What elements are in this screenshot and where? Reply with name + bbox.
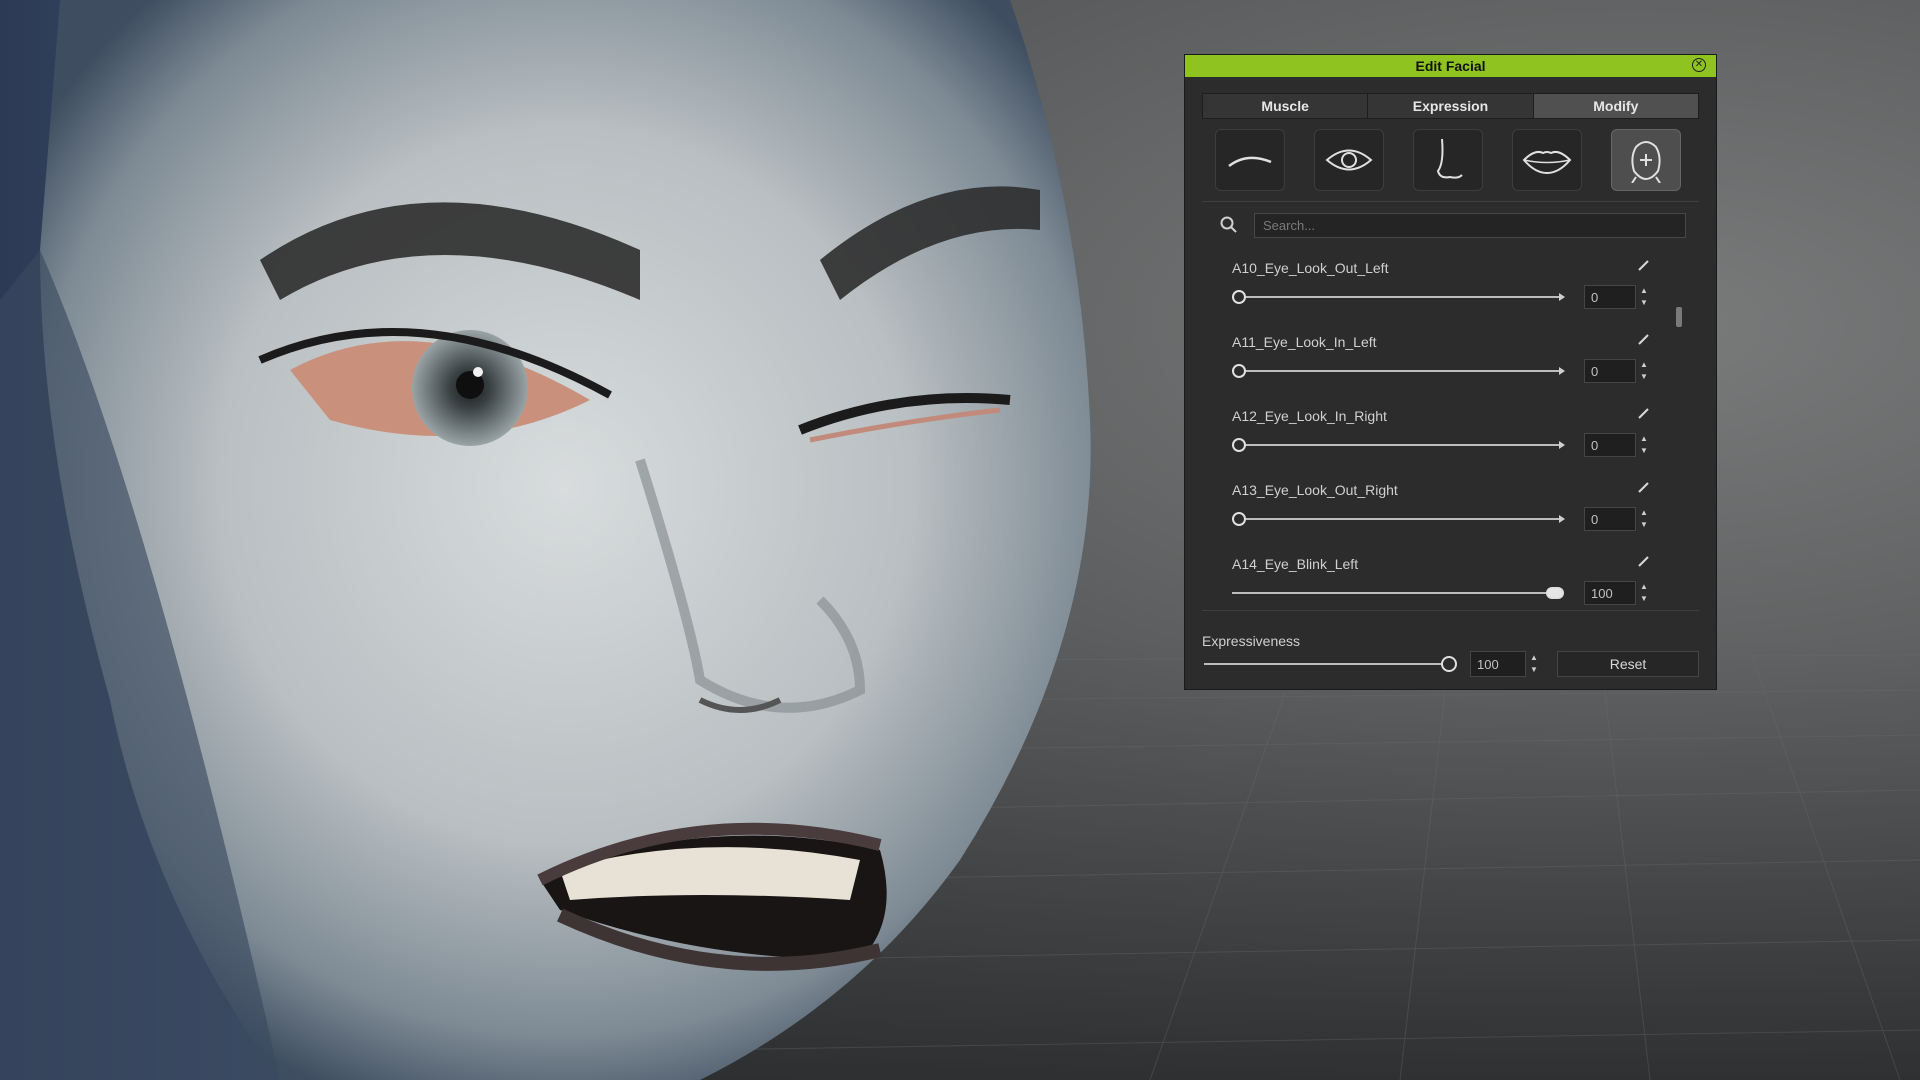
spin-down-icon[interactable]: ▼ — [1638, 593, 1650, 605]
morph-slider-handle[interactable] — [1232, 364, 1246, 378]
close-icon[interactable]: ✕ — [1692, 58, 1706, 72]
morph-spinner[interactable]: ▲ ▼ — [1638, 285, 1650, 309]
search-input[interactable] — [1254, 213, 1686, 238]
lips-button[interactable] — [1512, 129, 1582, 191]
morph-slider-handle[interactable] — [1232, 512, 1246, 526]
expressiveness-slider-track[interactable] — [1204, 663, 1449, 665]
morph-slider-handle[interactable] — [1232, 290, 1246, 304]
spin-down-icon[interactable]: ▼ — [1638, 519, 1650, 531]
eyebrow-icon — [1228, 156, 1272, 168]
nose-icon — [1436, 138, 1463, 179]
eye-icon — [1325, 149, 1373, 171]
morph-spinner[interactable]: ▲ ▼ — [1638, 433, 1650, 457]
tab-expression[interactable]: Expression — [1368, 94, 1534, 118]
morph-spinner[interactable]: ▲ ▼ — [1638, 581, 1650, 605]
slider-arrow-icon — [1559, 515, 1565, 523]
morph-value-input[interactable]: 0 — [1584, 285, 1636, 309]
morph-slider-track[interactable] — [1232, 518, 1562, 520]
spin-down-icon[interactable]: ▼ — [1638, 371, 1650, 383]
spin-up-icon[interactable]: ▲ — [1527, 652, 1541, 664]
tab-muscle[interactable]: Muscle — [1203, 94, 1369, 118]
morph-label: A13_Eye_Look_Out_Right — [1232, 482, 1398, 498]
spin-up-icon[interactable]: ▲ — [1638, 359, 1650, 371]
list-item: A12_Eye_Look_In_Right 0 ▲ ▼ — [1185, 393, 1718, 467]
spin-down-icon[interactable]: ▼ — [1638, 445, 1650, 457]
head-icon — [1631, 141, 1661, 183]
list-item: A11_Eye_Look_In_Left 0 ▲ ▼ — [1185, 319, 1718, 393]
pencil-icon[interactable] — [1637, 258, 1651, 272]
divider — [1202, 610, 1699, 611]
facial-part-selector — [1215, 129, 1685, 191]
divider — [1202, 201, 1699, 202]
list-scrollbar[interactable] — [1676, 307, 1682, 327]
morph-value-input[interactable]: 0 — [1584, 359, 1636, 383]
expressiveness-spinner[interactable]: ▲ ▼ — [1527, 652, 1541, 676]
tab-modify[interactable]: Modify — [1533, 94, 1698, 118]
morph-value-input[interactable]: 0 — [1584, 507, 1636, 531]
spin-up-icon[interactable]: ▲ — [1638, 433, 1650, 445]
lips-icon — [1522, 150, 1572, 175]
morph-slider-handle[interactable] — [1232, 438, 1246, 452]
morph-value-input[interactable]: 100 — [1584, 581, 1636, 605]
slider-arrow-icon — [1559, 441, 1565, 449]
list-item: A10_Eye_Look_Out_Left 0 ▲ ▼ — [1185, 245, 1718, 319]
expressiveness-label: Expressiveness — [1202, 633, 1301, 649]
spin-down-icon[interactable]: ▼ — [1527, 664, 1541, 676]
search-icon — [1220, 216, 1237, 233]
list-item: A13_Eye_Look_Out_Right 0 ▲ ▼ — [1185, 467, 1718, 541]
morph-spinner[interactable]: ▲ ▼ — [1638, 507, 1650, 531]
spin-up-icon[interactable]: ▲ — [1638, 285, 1650, 297]
reset-button[interactable]: Reset — [1557, 651, 1699, 677]
expressiveness-slider-handle[interactable] — [1441, 656, 1457, 672]
morph-label: A14_Eye_Blink_Left — [1232, 556, 1359, 572]
tab-bar: Muscle Expression Modify — [1202, 93, 1699, 119]
morph-slider-track[interactable] — [1232, 444, 1562, 446]
expressiveness-value-input[interactable]: 100 — [1470, 651, 1526, 677]
pencil-icon[interactable] — [1637, 480, 1651, 494]
eyebrow-button[interactable] — [1215, 129, 1285, 191]
spin-down-icon[interactable]: ▼ — [1638, 297, 1650, 309]
eye-button[interactable] — [1314, 129, 1384, 191]
morph-label: A11_Eye_Look_In_Left — [1232, 334, 1377, 350]
morph-spinner[interactable]: ▲ ▼ — [1638, 359, 1650, 383]
pencil-icon[interactable] — [1637, 406, 1651, 420]
morph-slider-handle[interactable] — [1546, 587, 1564, 599]
spin-up-icon[interactable]: ▲ — [1638, 581, 1650, 593]
head-button[interactable] — [1611, 129, 1681, 191]
pencil-icon[interactable] — [1637, 554, 1651, 568]
morph-list[interactable]: A10_Eye_Look_Out_Left 0 ▲ ▼ A11_Eye_Look_… — [1185, 245, 1718, 605]
spin-up-icon[interactable]: ▲ — [1638, 507, 1650, 519]
morph-slider-track[interactable] — [1232, 296, 1562, 298]
panel-title: Edit Facial — [1415, 58, 1486, 74]
list-item: A14_Eye_Blink_Left 100 ▲ ▼ — [1185, 541, 1718, 605]
edit-facial-panel: Edit Facial ✕ Muscle Expression Modify S… — [1184, 54, 1717, 690]
pencil-icon[interactable] — [1637, 332, 1651, 346]
morph-label: A10_Eye_Look_Out_Left — [1232, 260, 1389, 276]
slider-arrow-icon — [1559, 293, 1565, 301]
morph-slider-track[interactable] — [1232, 370, 1562, 372]
morph-value-input[interactable]: 0 — [1584, 433, 1636, 457]
panel-titlebar[interactable]: Edit Facial ✕ — [1185, 55, 1716, 77]
morph-label: A12_Eye_Look_In_Right — [1232, 408, 1387, 424]
morph-slider-track[interactable] — [1232, 592, 1562, 594]
nose-button[interactable] — [1413, 129, 1483, 191]
slider-arrow-icon — [1559, 367, 1565, 375]
